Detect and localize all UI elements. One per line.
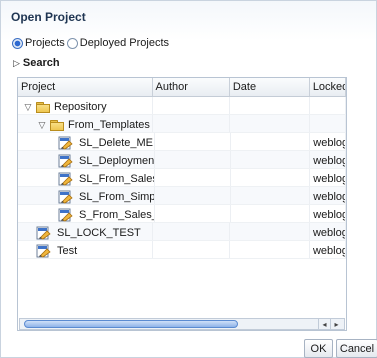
project-cell: S_From_Sales_Quote — [18, 205, 156, 222]
table-row[interactable]: ▽ Repository — [18, 97, 346, 115]
project-file-icon — [36, 244, 51, 258]
project-cell: SL_Deployment_Opti — [18, 151, 156, 168]
project-file-icon — [58, 154, 73, 168]
ok-button[interactable]: OK — [304, 339, 333, 358]
table-header: Project Author Date Locked — [18, 78, 346, 97]
scroll-right-arrow-icon[interactable]: ▸ — [330, 319, 342, 329]
table-row[interactable]: SL_From_Simple_Tes weblog — [18, 187, 346, 205]
column-header-author[interactable]: Author — [153, 78, 230, 96]
project-cell: SL_LOCK_TEST — [18, 223, 154, 240]
table-row[interactable]: SL_Delete_ME weblog — [18, 133, 346, 151]
project-name[interactable]: S_From_Sales_Quote — [79, 209, 154, 221]
project-tree-table: Project Author Date Locked ▽ Repository ▽ F… — [17, 77, 347, 331]
date-cell — [231, 205, 311, 222]
scroll-left-arrow-icon[interactable]: ◂ — [318, 319, 330, 329]
project-name[interactable]: SL_From_Simple_Tes — [79, 191, 154, 203]
locked-cell: weblog — [310, 187, 346, 204]
horizontal-scrollbar[interactable]: ◂ ▸ — [19, 318, 345, 330]
date-cell — [230, 241, 310, 258]
project-cell: SL_Delete_ME — [18, 133, 156, 150]
project-name[interactable]: SL_Deployment_Opti — [79, 155, 154, 167]
search-disclosure[interactable]: ▷ Search — [13, 57, 60, 69]
table-row[interactable]: SL_From_Sales_Quot weblog — [18, 169, 346, 187]
folder-name[interactable]: From_Templates — [68, 119, 150, 131]
locked-cell: weblog — [310, 223, 346, 240]
column-header-date[interactable]: Date — [230, 78, 310, 96]
locked-cell: weblog — [310, 205, 346, 222]
folder-icon — [50, 119, 64, 131]
column-header-locked[interactable]: Locked — [310, 78, 346, 96]
search-label[interactable]: Search — [23, 57, 60, 69]
author-cell — [155, 151, 232, 168]
project-file-icon — [58, 190, 73, 204]
scroll-arrows: ◂ ▸ — [318, 319, 342, 329]
folder-name[interactable]: Repository — [54, 101, 107, 113]
deployed-projects-radio[interactable] — [66, 37, 78, 49]
locked-cell: weblog — [310, 241, 346, 258]
expand-toggle-icon[interactable]: ▽ — [36, 120, 48, 131]
table-row[interactable]: ▽ From_Templates — [18, 115, 346, 133]
project-file-icon — [58, 208, 73, 222]
project-file-icon — [58, 136, 73, 150]
project-file-icon — [58, 172, 73, 186]
author-cell — [153, 223, 231, 240]
author-cell — [155, 205, 232, 222]
date-cell — [230, 115, 310, 132]
expand-toggle-icon[interactable]: ▽ — [22, 102, 34, 113]
project-name[interactable]: SL_From_Sales_Quot — [79, 173, 154, 185]
project-cell: Test — [18, 241, 154, 258]
projects-radio[interactable] — [12, 37, 23, 49]
author-cell — [153, 241, 231, 258]
date-cell — [230, 223, 310, 240]
project-name[interactable]: Test — [57, 245, 77, 257]
locked-cell: weblog — [310, 133, 346, 150]
folder-icon — [36, 101, 50, 113]
column-header-project[interactable]: Project — [18, 78, 153, 96]
project-name[interactable]: SL_LOCK_TEST — [57, 227, 141, 239]
locked-cell — [310, 97, 346, 114]
projects-radio-label[interactable]: Projects — [25, 37, 65, 49]
deployed-projects-radio-label[interactable]: Deployed Projects — [80, 37, 169, 49]
author-cell — [155, 187, 232, 204]
locked-cell: weblog — [310, 151, 346, 168]
date-cell — [231, 169, 311, 186]
date-cell — [230, 97, 310, 114]
author-cell — [153, 97, 230, 114]
locked-cell: weblog — [310, 169, 346, 186]
open-project-dialog: Open Project Projects Deployed Projects … — [0, 0, 377, 358]
table-row[interactable]: S_From_Sales_Quote weblog — [18, 205, 346, 223]
cancel-button[interactable]: Cancel — [336, 339, 377, 358]
project-cell: SL_From_Simple_Tes — [18, 187, 156, 204]
project-type-radio-group: Projects Deployed Projects — [12, 37, 171, 49]
disclosure-triangle-icon[interactable]: ▷ — [13, 58, 20, 69]
project-cell: SL_From_Sales_Quot — [18, 169, 156, 186]
author-cell — [155, 133, 232, 150]
dialog-title: Open Project — [11, 10, 86, 24]
date-cell — [231, 187, 311, 204]
table-body: ▽ Repository ▽ From_Templates SL_Delete_ME we… — [18, 97, 346, 259]
date-cell — [231, 133, 311, 150]
table-row[interactable]: SL_LOCK_TEST weblog — [18, 223, 346, 241]
author-cell — [155, 169, 232, 186]
project-cell: ▽ Repository — [18, 97, 153, 114]
table-row[interactable]: SL_Deployment_Opti weblog — [18, 151, 346, 169]
project-name[interactable]: SL_Delete_ME — [79, 137, 153, 149]
project-cell: ▽ From_Templates — [18, 115, 154, 132]
project-file-icon — [36, 226, 51, 240]
author-cell — [153, 115, 231, 132]
date-cell — [231, 151, 311, 168]
table-row[interactable]: Test weblog — [18, 241, 346, 259]
scrollbar-thumb[interactable] — [24, 320, 238, 328]
locked-cell — [310, 115, 346, 132]
